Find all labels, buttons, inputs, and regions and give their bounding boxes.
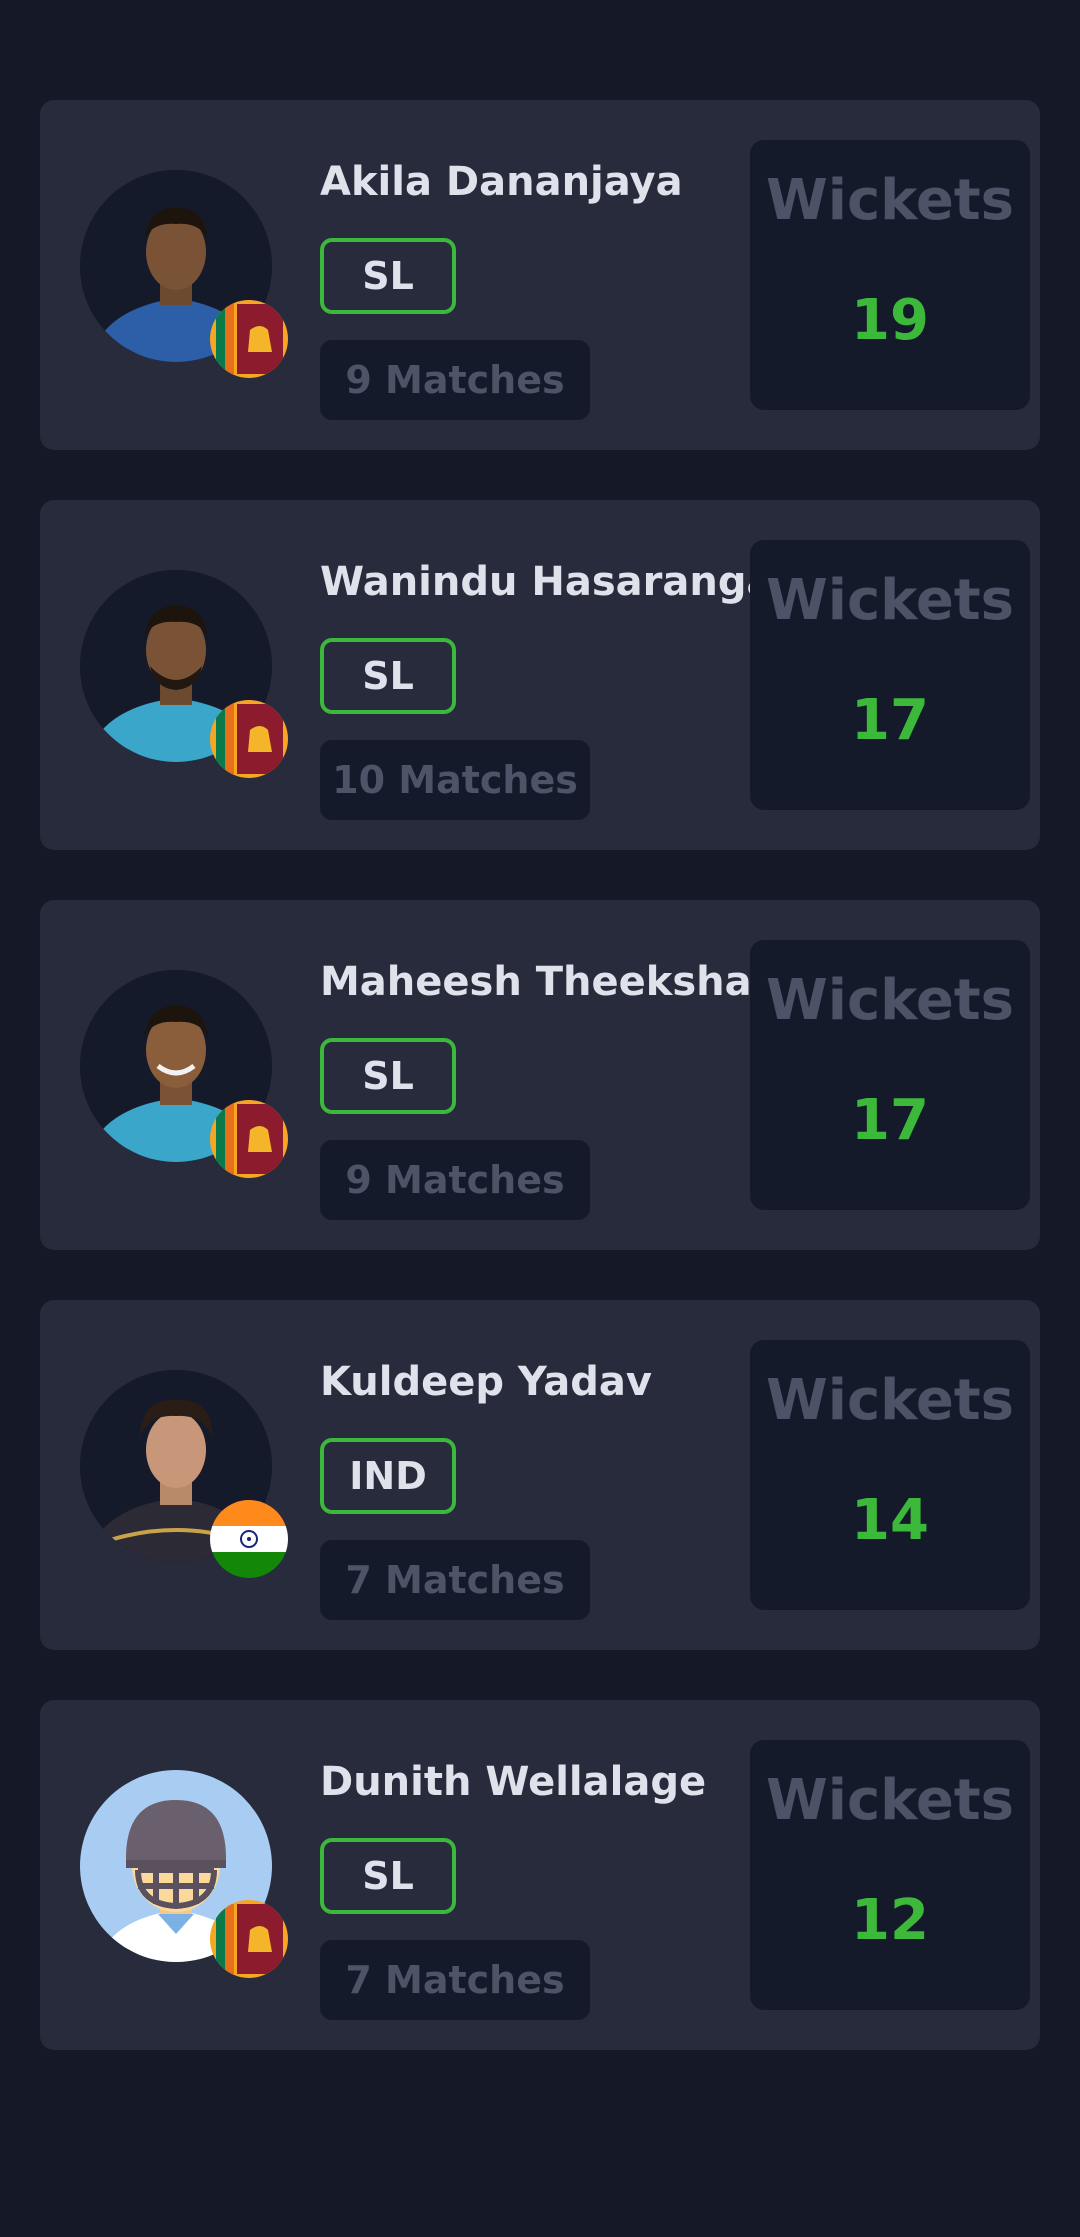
avatar-container [80, 1770, 288, 1978]
stat-label: Wickets [766, 568, 1014, 633]
sri-lanka-flag-icon [210, 700, 288, 778]
avatar-container [80, 570, 288, 778]
india-flag-icon [210, 1500, 288, 1578]
sri-lanka-flag-icon [210, 1900, 288, 1978]
stat-box: Wickets 17 [750, 540, 1030, 810]
player-card[interactable]: Maheesh Theekshana SL 9 Matches Wickets … [40, 900, 1040, 1250]
matches-count: 7 Matches [320, 1540, 590, 1620]
stat-value: 17 [851, 1088, 929, 1153]
avatar-container [80, 970, 288, 1178]
stat-value: 12 [851, 1888, 929, 1953]
stat-value: 14 [851, 1488, 929, 1553]
team-badge: SL [320, 1838, 456, 1914]
matches-count: 9 Matches [320, 340, 590, 420]
player-card[interactable]: Dunith Wellalage SL 7 Matches Wickets 12 [40, 1700, 1040, 2050]
matches-count: 9 Matches [320, 1140, 590, 1220]
matches-count: 10 Matches [320, 740, 590, 820]
avatar-container [80, 170, 288, 378]
player-name: Kuldeep Yadav [320, 1359, 652, 1405]
stat-box: Wickets 12 [750, 1740, 1030, 2010]
stat-box: Wickets 17 [750, 940, 1030, 1210]
team-badge: IND [320, 1438, 456, 1514]
stat-value: 17 [851, 688, 929, 753]
matches-count: 7 Matches [320, 1940, 590, 2020]
team-badge: SL [320, 1038, 456, 1114]
avatar-container [80, 1370, 288, 1578]
player-stats-list: Akila Dananjaya SL 9 Matches Wickets 19 [40, 100, 1040, 2100]
team-badge: SL [320, 238, 456, 314]
stat-box: Wickets 14 [750, 1340, 1030, 1610]
team-badge: SL [320, 638, 456, 714]
player-card[interactable]: Akila Dananjaya SL 9 Matches Wickets 19 [40, 100, 1040, 450]
player-name: Maheesh Theekshana [320, 959, 750, 1005]
stat-label: Wickets [766, 968, 1014, 1033]
stat-label: Wickets [766, 168, 1014, 233]
player-name: Dunith Wellalage [320, 1759, 707, 1805]
sri-lanka-flag-icon [210, 300, 288, 378]
player-name: Akila Dananjaya [320, 159, 683, 205]
player-card[interactable]: Kuldeep Yadav IND 7 Matches Wickets 14 [40, 1300, 1040, 1650]
stat-value: 19 [851, 288, 929, 353]
stat-label: Wickets [766, 1368, 1014, 1433]
player-name: Wanindu Hasaranga [320, 559, 750, 605]
stat-box: Wickets 19 [750, 140, 1030, 410]
sri-lanka-flag-icon [210, 1100, 288, 1178]
stat-label: Wickets [766, 1768, 1014, 1833]
player-card[interactable]: Wanindu Hasaranga SL 10 Matches Wickets … [40, 500, 1040, 850]
